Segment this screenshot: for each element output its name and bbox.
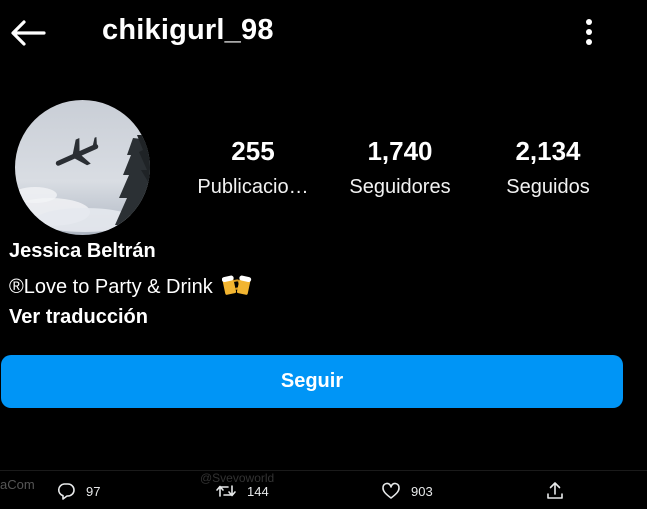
stat-following[interactable]: 2,134 Seguidos xyxy=(490,134,606,206)
reply-count: 97 xyxy=(86,483,101,499)
more-options-icon[interactable] xyxy=(578,16,600,48)
following-label: Seguidos xyxy=(506,176,590,198)
followers-count: 1,740 xyxy=(367,136,433,166)
profile-bio: ®Love to Party & Drink xyxy=(9,273,252,299)
profile-display-name: Jessica Beltrán xyxy=(9,240,156,262)
followers-label: Seguidores xyxy=(349,176,451,198)
arrow-left-icon[interactable] xyxy=(8,18,48,48)
posts-label: Publicacio… xyxy=(197,176,309,198)
see-translation-link[interactable]: Ver traducción xyxy=(9,306,148,329)
retweet-icon xyxy=(216,485,236,497)
tweet-action-bar: aCom @Svevoworld 97 144 903 xyxy=(0,470,647,509)
share-button[interactable] xyxy=(545,480,565,502)
like-count: 903 xyxy=(411,483,433,499)
cropped-text-fragment: aCom xyxy=(0,477,35,492)
retweet-button[interactable]: 144 xyxy=(215,480,269,502)
reply-icon xyxy=(57,483,75,500)
stat-posts[interactable]: 255 Publicacio… xyxy=(186,134,320,206)
follow-button[interactable]: Seguir xyxy=(1,355,623,408)
beer-mugs-icon xyxy=(222,275,252,295)
reply-button[interactable]: 97 xyxy=(56,480,100,502)
retweet-count: 144 xyxy=(247,483,269,499)
following-count: 2,134 xyxy=(515,136,581,166)
stat-followers[interactable]: 1,740 Seguidores xyxy=(336,134,464,206)
avatar-photo xyxy=(15,100,150,235)
profile-avatar[interactable] xyxy=(15,100,150,235)
bio-text: ®Love to Party & Drink xyxy=(9,276,213,298)
heart-icon xyxy=(382,482,400,499)
posts-count: 255 xyxy=(231,136,275,166)
profile-header: chikigurl_98 xyxy=(0,0,647,64)
like-button[interactable]: 903 xyxy=(381,480,433,502)
share-icon xyxy=(547,482,563,499)
profile-username: chikigurl_98 xyxy=(102,14,274,46)
